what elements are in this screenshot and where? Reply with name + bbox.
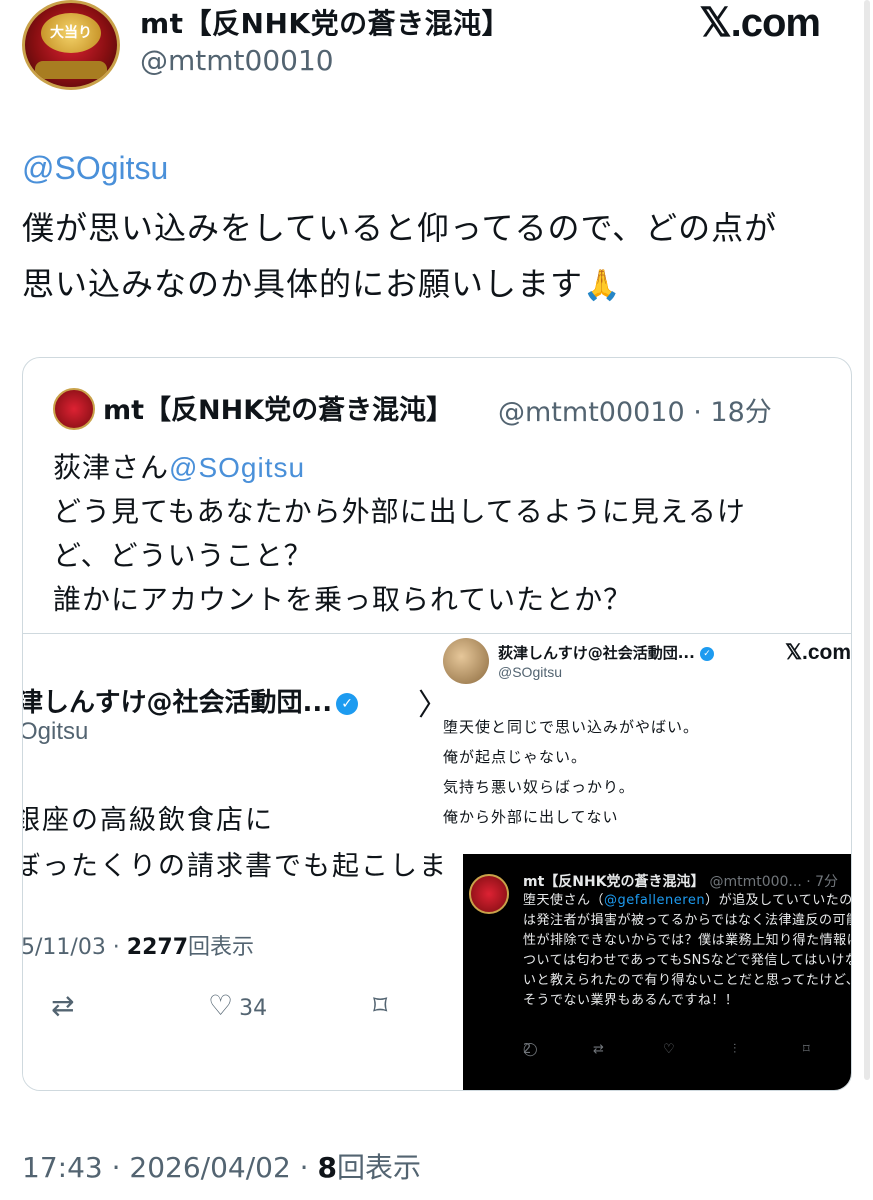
screenshot-author-name-text: 津しんすけ@社会活動団... <box>23 688 333 718</box>
screenshot-right: 荻津しんすけ@社会活動団... ✓ @SOgitsu 𝕏.com 堕天使と同じで… <box>443 634 852 1090</box>
tweet-line-2-text: 思い込みなのか具体的にお願いします <box>22 265 584 303</box>
dark-mode-tweet-card: mt【反NHK党の蒼き混沌】 @mtmt000... · 7分 堕天使さん（@g… <box>463 854 852 1090</box>
screenshot-right-line-2: 俺が起点じゃない。 <box>443 748 588 766</box>
avatar-decoration <box>35 61 107 79</box>
screenshot-right-line-4: 俺から外部に出してない <box>443 808 619 826</box>
author-display-name[interactable]: mt【反NHK党の蒼き混沌】 <box>140 2 510 42</box>
x-logo-small: 𝕏.com <box>785 641 851 664</box>
screenshot-right-avatar <box>443 638 489 684</box>
like-action: ♡ 34 <box>208 989 267 1022</box>
tweet-views-label: 回表示 <box>336 1151 421 1184</box>
x-logo: 𝕏.com <box>699 1 821 45</box>
dark-card-mention: @gefalleneren <box>604 893 706 908</box>
tweet-timestamp[interactable]: 17:43 · 2026/04/02 · 8回表示 <box>22 1146 421 1186</box>
screenshot-right-line-3: 気持ち悪い奴らばっかり。 <box>443 778 635 796</box>
heart-icon: ♡ <box>663 1042 675 1057</box>
tweet-header: 大当り mt【反NHK党の蒼き混沌】 @mtmt00010 𝕏.com <box>22 0 862 100</box>
screenshot-author-handle: Ogitsu <box>23 718 89 745</box>
quoted-media-image[interactable]: 津しんすけ@社会活動団...✓ 〉 Ogitsu 銀座の高級飲食店に ぼったくり… <box>23 633 852 1090</box>
like-count: 34 <box>239 996 268 1021</box>
bookmark-icon: ⌑ <box>373 989 388 1022</box>
avatar-badge: 大当り <box>41 13 101 53</box>
screenshot-author-name: 津しんすけ@社会活動団... ✓ <box>23 682 359 719</box>
verified-badge-icon: ✓ <box>336 692 359 715</box>
screenshot-line-2: ぼったくりの請求書でも起こしま <box>23 851 443 882</box>
retweet-icon: ⇄ <box>51 989 75 1022</box>
screenshot-actions: ⇄ ♡ 34 ⌑ <box>23 989 443 1029</box>
pray-emoji-icon: 🙏 <box>583 268 622 303</box>
quoted-line-1-prefix: 荻津さん <box>53 451 170 484</box>
chevron-right-icon: 〉 <box>418 680 443 724</box>
tweet-time-date: 17:43 · 2026/04/02 · <box>22 1151 318 1184</box>
retweet-icon: ⇄ <box>593 1042 604 1057</box>
quoted-line-4: 誰かにアカウントを乗っ取られていたとか？ <box>53 583 633 616</box>
stats-icon: ⫶ <box>733 1042 737 1057</box>
scrollbar[interactable] <box>864 0 870 1080</box>
quoted-line-2: どう見てもあなたから外部に出してるように見えるけ <box>53 495 746 528</box>
verified-badge-icon: ✓ <box>700 646 715 661</box>
tweet-views-count: 8 <box>317 1151 337 1184</box>
screenshot-right-line-1: 堕天使と同じで思い込みがやばい。 <box>443 718 700 736</box>
quoted-line-1: 荻津さん@SOgitsu <box>53 446 843 490</box>
screenshot-right-name: 荻津しんすけ@社会活動団... ✓ <box>498 642 715 663</box>
reply-count: 2 <box>523 1042 532 1057</box>
screenshot-right-handle: @SOgitsu <box>498 664 563 680</box>
quoted-mention-link[interactable]: @SOgitsu <box>169 452 305 483</box>
tweet-line-1: 僕が思い込みをしていると仰ってるので、どの点が <box>22 209 778 247</box>
screenshot-left: 津しんすけ@社会活動団...✓ 〉 Ogitsu 銀座の高級飲食店に ぼったくり… <box>23 634 443 1090</box>
screenshot-line-1: 銀座の高級飲食店に <box>23 805 274 836</box>
screenshot-right-name-text: 荻津しんすけ@社会活動団... <box>498 644 695 662</box>
quoted-tweet-text: 荻津さん@SOgitsu どう見てもあなたから外部に出してるように見えるけ ど、… <box>53 446 843 622</box>
screenshot-views-label: 回表示 <box>188 935 255 960</box>
bookmark-icon: ⌑ <box>803 1042 810 1057</box>
dark-card-author: mt【反NHK党の蒼き混沌】 @mtmt000... · 7分 <box>523 871 838 891</box>
dark-card-text-rest: ）が追及していていたのは発注者が損害が被ってるからではなく法律違反の可能性が排除… <box>523 893 852 1008</box>
dark-card-author-handle: @mtmt000... · 7分 <box>709 874 839 890</box>
quoted-tweet[interactable]: mt【反NHK党の蒼き混沌】 @mtmt00010 · 18分 荻津さん@SOg… <box>22 357 852 1091</box>
quoted-line-3: ど、どういうこと？ <box>53 539 313 572</box>
screenshot-date: 5/11/03 · <box>23 935 127 960</box>
quoted-author-name: mt【反NHK党の蒼き混沌】 <box>103 395 454 426</box>
screenshot-meta: 5/11/03 · 2277回表示 <box>23 929 254 961</box>
reply-mention[interactable]: @SOgitsu <box>22 150 168 187</box>
quoted-author-avatar <box>53 388 95 430</box>
author-handle[interactable]: @mtmt00010 <box>140 44 334 77</box>
quoted-author-meta: @mtmt00010 · 18分 <box>498 397 772 428</box>
tweet-text: 僕が思い込みをしていると仰ってるので、どの点が 思い込みなのか具体的にお願いしま… <box>22 200 852 314</box>
tweet-line-2: 思い込みなのか具体的にお願いします🙏 <box>22 256 852 314</box>
dark-card-author-name: mt【反NHK党の蒼き混沌】 <box>523 874 705 890</box>
dark-card-text-prefix: 堕天使さん（ <box>523 893 605 908</box>
dark-card-actions: ◯2 ⇄ ♡ ⫶ ⌑ ⇧ <box>523 1042 851 1062</box>
screenshot-right-text: 堕天使と同じで思い込みがやばい。 俺が起点じゃない。 気持ち悪い奴らばっかり。 … <box>443 712 699 832</box>
dark-card-text: 堕天使さん（@gefalleneren）が追及していていたのは発注者が損害が被っ… <box>523 891 852 1011</box>
screenshot-views-count: 2277 <box>126 935 189 960</box>
author-avatar[interactable]: 大当り <box>22 0 120 90</box>
heart-icon: ♡ <box>208 989 234 1022</box>
dark-card-avatar <box>469 874 509 914</box>
